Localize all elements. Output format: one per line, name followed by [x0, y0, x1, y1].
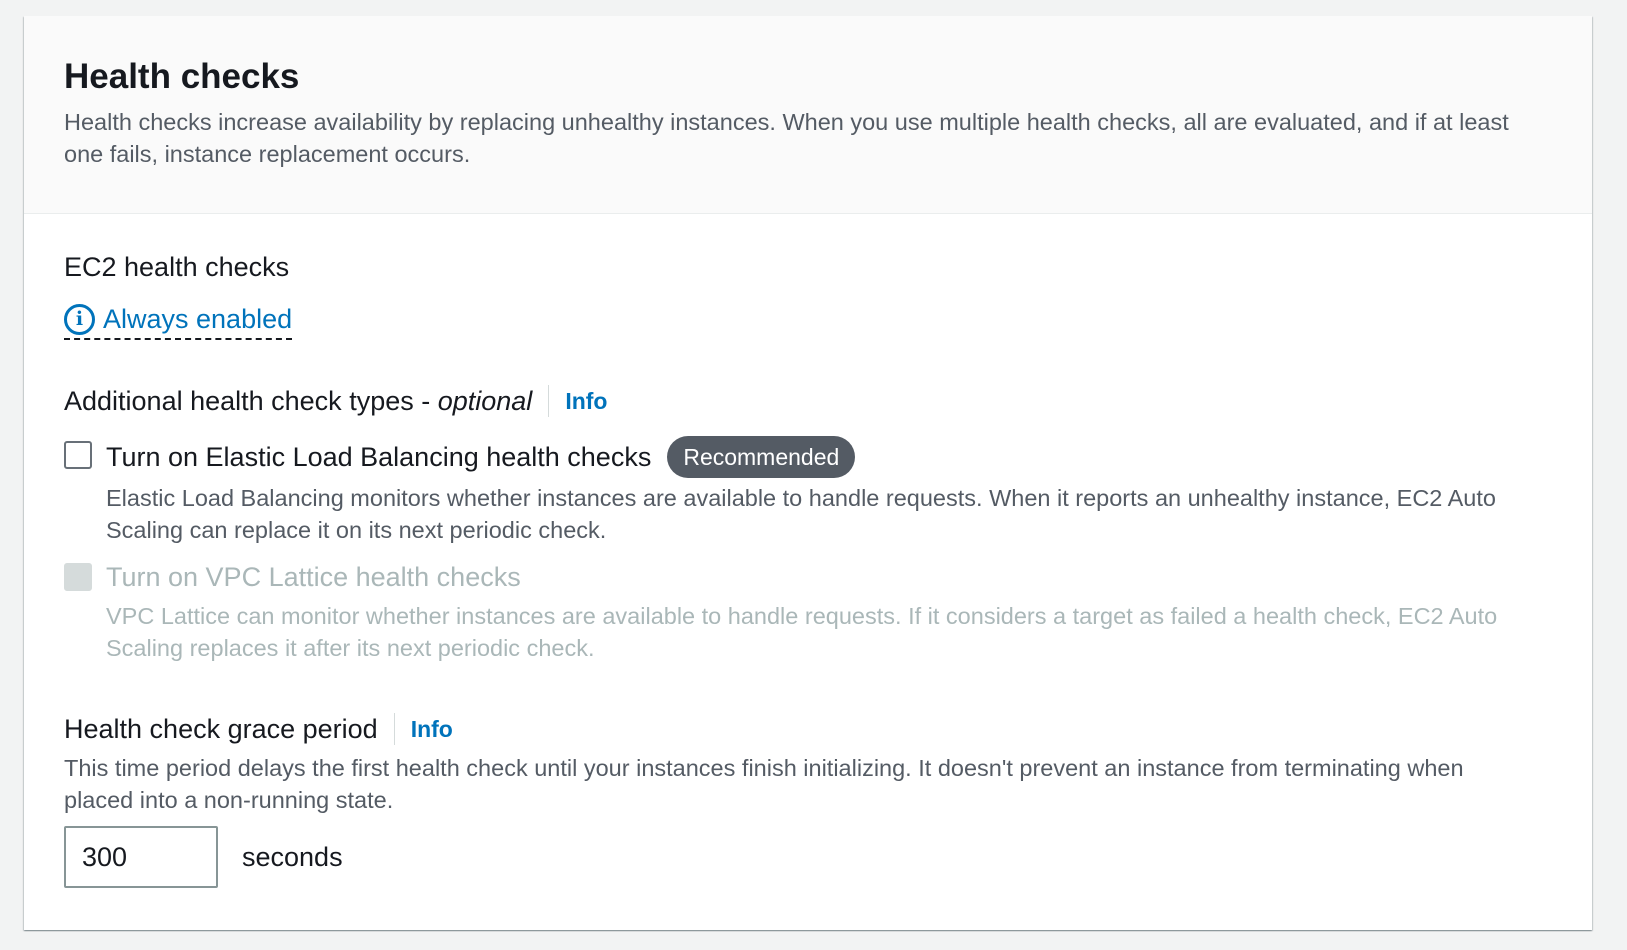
- grace-period-label: Health check grace period: [64, 714, 378, 744]
- grace-period-description: This time period delays the first health…: [64, 755, 1464, 813]
- elb-health-check-option: Turn on Elastic Load Balancing health ch…: [64, 436, 1552, 546]
- grace-period-field: Health check grace period Info This time…: [64, 712, 1552, 888]
- elb-checkbox-label[interactable]: Turn on Elastic Load Balancing health ch…: [106, 438, 651, 476]
- elb-title-row: Turn on Elastic Load Balancing health ch…: [106, 436, 1506, 478]
- vpc-lattice-description: VPC Lattice can monitor whether instance…: [106, 603, 1498, 661]
- vpc-lattice-health-check-checkbox: [64, 563, 92, 591]
- panel-description: Health checks increase availability by r…: [64, 109, 1509, 167]
- elb-description: Elastic Load Balancing monitors whether …: [106, 485, 1496, 543]
- additional-label-row: Additional health check types - optional…: [64, 384, 1552, 418]
- additional-label-text: Additional health check types -: [64, 386, 438, 416]
- grace-info-link[interactable]: Info: [411, 716, 453, 743]
- panel-title: Health checks: [64, 57, 300, 96]
- vpc-lattice-title-row: Turn on VPC Lattice health checks: [106, 558, 1506, 596]
- grace-label-divider: [393, 713, 395, 745]
- grace-label-row: Health check grace period Info: [64, 712, 1552, 746]
- panel-body: EC2 health checks i Always enabled Addit…: [24, 214, 1592, 888]
- optional-text: optional: [437, 386, 533, 416]
- health-checks-panel: Health checks Health checks increase ava…: [24, 16, 1592, 930]
- grace-period-input[interactable]: [64, 826, 218, 888]
- elb-health-check-checkbox[interactable]: [64, 441, 92, 469]
- ec2-health-checks-field: EC2 health checks i Always enabled: [64, 250, 1552, 340]
- vpc-lattice-option-content: Turn on VPC Lattice health checks VPC La…: [106, 558, 1506, 664]
- additional-info-link[interactable]: Info: [565, 388, 607, 415]
- elb-option-content: Turn on Elastic Load Balancing health ch…: [106, 436, 1506, 546]
- always-enabled-text: Always enabled: [103, 304, 293, 334]
- grace-input-row: seconds: [64, 826, 1552, 888]
- additional-health-check-types-field: Additional health check types - optional…: [64, 384, 1552, 664]
- panel-header: Health checks Health checks increase ava…: [24, 16, 1592, 214]
- info-circle-icon: i: [64, 303, 95, 335]
- vpc-lattice-checkbox-label: Turn on VPC Lattice health checks: [106, 562, 521, 592]
- ec2-health-checks-label: EC2 health checks: [64, 252, 290, 282]
- always-enabled-popover-trigger[interactable]: i Always enabled: [64, 302, 293, 340]
- recommended-badge: Recommended: [667, 436, 856, 478]
- label-divider: [548, 385, 550, 417]
- additional-label: Additional health check types - optional: [64, 384, 532, 418]
- seconds-unit-label: seconds: [242, 841, 343, 872]
- vpc-lattice-health-check-option: Turn on VPC Lattice health checks VPC La…: [64, 558, 1552, 664]
